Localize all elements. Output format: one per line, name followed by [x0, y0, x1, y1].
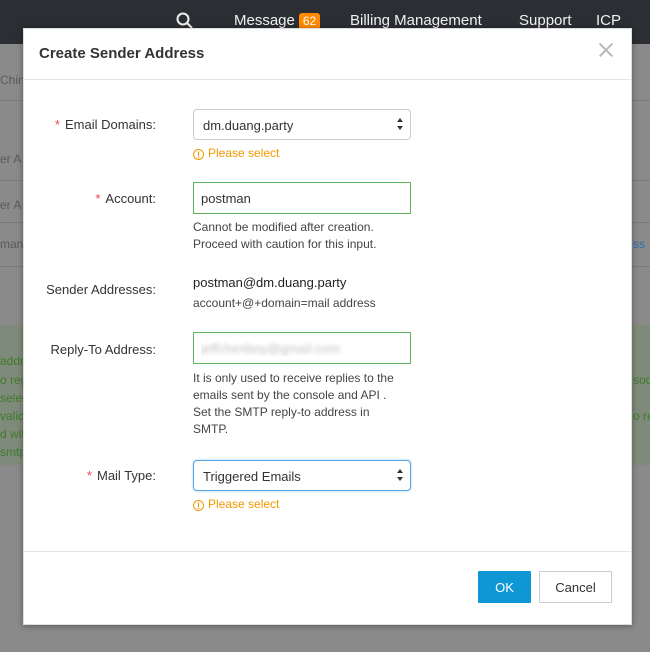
bg-fragment: ss	[633, 237, 645, 251]
email-domains-selected-value: dm.duang.party	[203, 118, 294, 133]
nav-support[interactable]: Support	[519, 12, 572, 29]
nav-message-label: Message	[234, 12, 295, 29]
bg-fragment: addr	[0, 354, 25, 368]
email-domains-warning: ! Please select	[193, 146, 279, 160]
reply-to-input[interactable]	[193, 332, 411, 364]
select-arrows-icon	[397, 469, 403, 483]
email-domains-select[interactable]: dm.duang.party	[193, 109, 411, 140]
mail-type-label: * Mail Type:	[86, 468, 156, 483]
warning-icon: !	[193, 500, 204, 511]
dialog-header: Create Sender Address	[24, 29, 631, 80]
bg-fragment: valid	[0, 409, 25, 423]
dialog-title: Create Sender Address	[39, 45, 205, 62]
bg-fragment: er A	[0, 198, 22, 212]
close-icon[interactable]	[597, 41, 615, 59]
sender-addresses-label: Sender Addresses:	[46, 282, 156, 297]
create-sender-address-dialog: Create Sender Address * Email Domains: dm…	[23, 28, 632, 625]
nav-billing-management[interactable]: Billing Management	[350, 12, 482, 29]
account-input[interactable]	[193, 182, 411, 214]
reply-to-label: Reply-To Address:	[50, 342, 157, 357]
bg-fragment: sod	[633, 373, 650, 387]
bg-fragment: er A	[0, 152, 22, 166]
mail-type-selected-value: Triggered Emails	[203, 469, 301, 484]
bg-fragment: o reg	[633, 409, 650, 423]
dialog-footer: OK Cancel	[24, 551, 631, 624]
ok-button[interactable]: OK	[478, 571, 531, 603]
email-domains-label: * Email Domains:	[54, 117, 156, 132]
account-label: * Account:	[95, 191, 156, 206]
warning-icon: !	[193, 149, 204, 160]
mail-type-warning: ! Please select	[193, 497, 279, 511]
bg-fragment: d wit	[0, 427, 25, 441]
mail-type-select[interactable]: Triggered Emails	[193, 460, 411, 491]
cancel-button[interactable]: Cancel	[539, 571, 612, 603]
select-arrows-icon	[397, 118, 403, 132]
sender-address-help: account+@+domain=mail address	[193, 296, 376, 310]
account-help: Cannot be modified after creation. Proce…	[193, 220, 377, 251]
required-mark: *	[54, 117, 60, 132]
required-mark: *	[86, 468, 92, 483]
reply-to-help: It is only used to receive replies to th…	[193, 371, 394, 436]
nav-icp[interactable]: ICP	[596, 12, 621, 29]
sender-address-value: postman@dm.duang.party	[193, 275, 347, 290]
required-mark: *	[95, 191, 101, 206]
